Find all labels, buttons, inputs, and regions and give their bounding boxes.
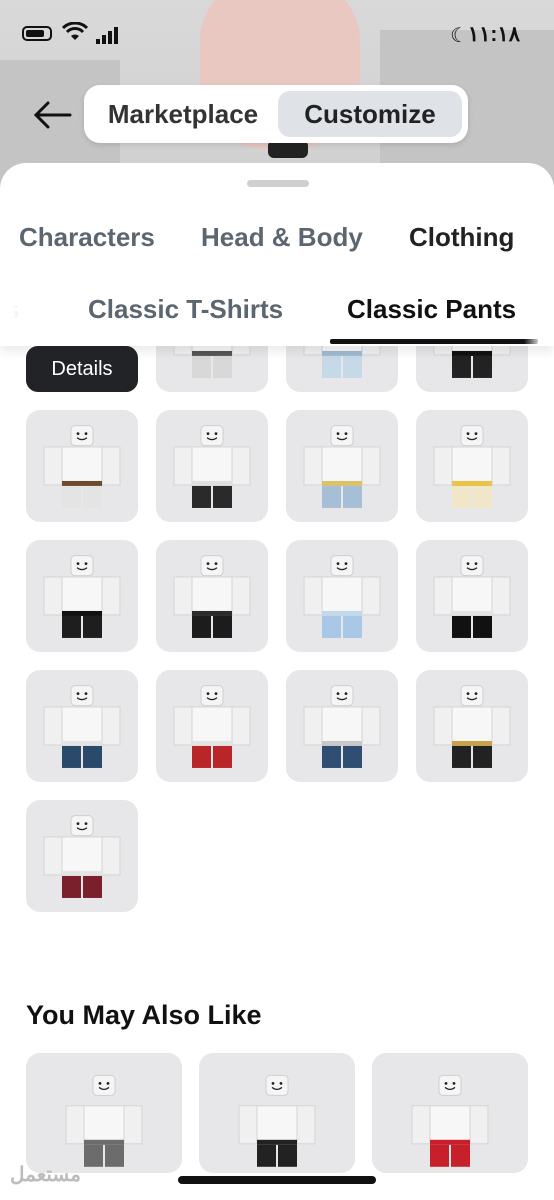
segment-marketplace[interactable]: Marketplace [90,91,276,137]
item-tile[interactable] [286,670,398,782]
item-tile[interactable] [416,540,528,652]
tabs-fade-right [524,276,554,346]
tab-clothing[interactable]: Clothing [409,222,514,253]
subcategory-tabs: ts Classic T-Shirts Classic Pants [0,276,554,346]
watermark: مستعمل [10,1164,81,1186]
active-tab-indicator [330,339,538,344]
back-button[interactable] [30,95,74,135]
recommended-item-tile[interactable] [26,1053,182,1173]
tabs-fade-left [0,276,40,346]
recommended-item-tile[interactable] [199,1053,355,1173]
home-indicator[interactable] [178,1176,376,1184]
wifi-icon [62,22,88,42]
item-tile[interactable] [26,800,138,912]
mode-segmented-control: Marketplace Customize [84,85,468,143]
status-time: ١١:١٨ [467,23,520,46]
tab-classic-pants[interactable]: Classic Pants [347,294,516,325]
moon-icon: ☾ [450,25,468,47]
item-tile[interactable] [26,410,138,522]
item-tile[interactable] [26,540,138,652]
item-tile[interactable] [286,540,398,652]
item-tile[interactable] [156,410,268,522]
item-tile[interactable] [286,410,398,522]
arrow-left-icon [33,101,72,129]
tab-classic-tshirts[interactable]: Classic T-Shirts [88,294,283,325]
category-tabs: Characters Head & Body Clothing [0,222,554,262]
signal-icon [96,26,120,44]
item-tile[interactable] [156,540,268,652]
item-tile[interactable] [416,410,528,522]
recommended-item-tile[interactable] [372,1053,528,1173]
battery-icon [22,26,52,41]
segment-customize[interactable]: Customize [278,91,462,137]
sheet-drag-handle[interactable] [247,180,309,187]
item-tile[interactable] [416,670,528,782]
tab-head-body[interactable]: Head & Body [201,222,363,253]
item-tile[interactable] [26,670,138,782]
status-bar: ☾ ١١:١٨ [0,20,554,50]
item-tile[interactable] [156,670,268,782]
details-button[interactable]: Details [26,346,138,392]
section-title: You May Also Like [26,1000,262,1030]
tab-characters[interactable]: Characters [19,222,155,253]
